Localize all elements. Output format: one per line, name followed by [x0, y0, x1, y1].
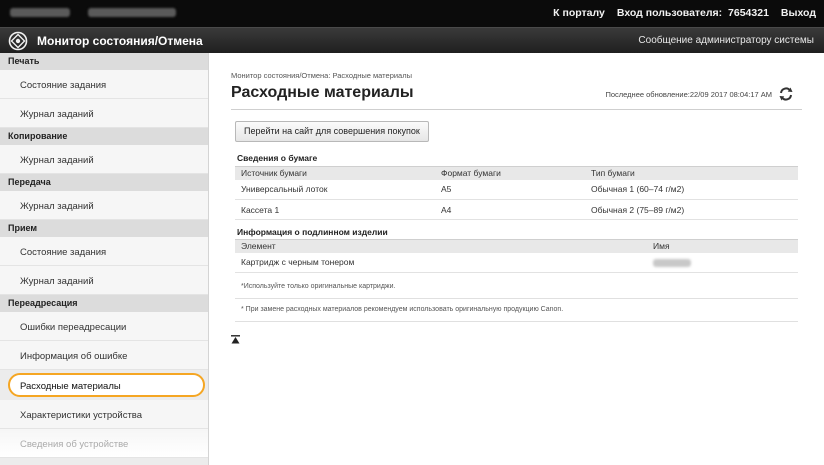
- note-divider: [235, 298, 798, 299]
- app-title: Монитор состояния/Отмена: [37, 34, 203, 48]
- main-content: Монитор состояния/Отмена: Расходные мате…: [209, 53, 824, 465]
- breadcrumb: Монитор состояния/Отмена: Расходные мате…: [231, 71, 412, 80]
- sidebar-header-copy: Копирование: [0, 128, 208, 145]
- genuine-info-table: Элемент Имя Картридж с черным тонером: [235, 239, 798, 273]
- column-header-name: Имя: [647, 239, 798, 253]
- go-to-shop-button[interactable]: Перейти на сайт для совершения покупок: [235, 121, 429, 142]
- page-title: Расходные материалы: [231, 84, 414, 101]
- sidebar-header-receive: Прием: [0, 220, 208, 237]
- column-header-paper-type: Тип бумаги: [585, 166, 798, 180]
- paper-table-header: Источник бумаги Формат бумаги Тип бумаги: [235, 166, 798, 180]
- sidebar-item-error-info[interactable]: Информация об ошибке: [0, 341, 208, 370]
- title-bar: Монитор состояния/Отмена Сообщение админ…: [0, 27, 824, 53]
- sidebar-item-device-features[interactable]: Характеристики устройства: [0, 400, 208, 429]
- top-bar: К порталу Вход пользователя: 7654321 Вых…: [0, 0, 824, 27]
- paper-type-cell: Обычная 1 (60–74 г/м2): [585, 179, 798, 200]
- portal-link[interactable]: К порталу: [553, 7, 605, 19]
- paper-size-cell: A5: [435, 179, 585, 200]
- login-user-id: 7654321: [728, 7, 769, 19]
- sidebar-item-print-job-status[interactable]: Состояние задания: [0, 70, 208, 99]
- table-row: Картридж с черным тонером: [235, 252, 798, 273]
- column-header-element: Элемент: [235, 239, 647, 253]
- sidebar-item-copy-job-log[interactable]: Журнал заданий: [0, 145, 208, 174]
- genuine-table-header: Элемент Имя: [235, 239, 798, 253]
- genuine-info-label: Информация о подлинном изделии: [237, 227, 388, 237]
- table-row: Универсальный лоток A5 Обычная 1 (60–74 …: [235, 179, 798, 200]
- blurred-device-model: [88, 8, 176, 17]
- paper-source-cell: Кассета 1: [235, 199, 435, 220]
- column-header-paper-size: Формат бумаги: [435, 166, 585, 180]
- note-recommend-canon: * При замене расходных материалов рекоме…: [241, 306, 564, 313]
- sidebar-item-receive-job-status[interactable]: Состояние задания: [0, 237, 208, 266]
- column-header-paper-source: Источник бумаги: [235, 166, 435, 180]
- refresh-icon[interactable]: [778, 86, 794, 102]
- logout-link[interactable]: Выход: [781, 7, 816, 19]
- element-cell: Картридж с черным тонером: [235, 252, 647, 273]
- sidebar-header-forwarding: Переадресация: [0, 295, 208, 312]
- sidebar-item-device-info[interactable]: Сведения об устройстве: [0, 429, 208, 458]
- paper-info-label: Сведения о бумаге: [237, 153, 318, 163]
- title-divider: [231, 109, 802, 110]
- blurred-device-name: [10, 8, 70, 17]
- admin-message-link[interactable]: Сообщение администратору системы: [638, 35, 814, 46]
- last-updated-text: Последнее обновление:22/09 2017 08:04:17…: [605, 90, 772, 99]
- sidebar-item-consumables[interactable]: Расходные материалы: [8, 373, 205, 397]
- name-cell: [647, 252, 798, 273]
- page-top-icon[interactable]: [231, 335, 240, 346]
- note-divider: [235, 321, 798, 322]
- sidebar-header-send: Передача: [0, 174, 208, 191]
- table-row: Кассета 1 A4 Обычная 2 (75–89 г/м2): [235, 199, 798, 220]
- sidebar-item-forwarding-errors[interactable]: Ошибки переадресации: [0, 312, 208, 341]
- arrow-to-top-icon: [231, 335, 240, 344]
- paper-source-cell: Универсальный лоток: [235, 179, 435, 200]
- paper-size-cell: A4: [435, 199, 585, 220]
- top-links: К порталу Вход пользователя: 7654321 Вых…: [553, 7, 816, 19]
- note-genuine-cartridges: *Используйте только оригинальные картрид…: [241, 283, 396, 290]
- sidebar-item-print-job-log[interactable]: Журнал заданий: [0, 99, 208, 128]
- sidebar: Печать Состояние задания Журнал заданий …: [0, 53, 209, 465]
- blurred-cartridge-name: [653, 259, 691, 267]
- paper-info-table: Источник бумаги Формат бумаги Тип бумаги…: [235, 166, 798, 220]
- login-user-label: Вход пользователя:: [616, 7, 723, 19]
- sidebar-item-receive-job-log[interactable]: Журнал заданий: [0, 266, 208, 295]
- remote-ui-logo-icon: [8, 31, 28, 51]
- sidebar-header-print: Печать: [0, 53, 208, 70]
- sidebar-item-send-job-log[interactable]: Журнал заданий: [0, 191, 208, 220]
- paper-type-cell: Обычная 2 (75–89 г/м2): [585, 199, 798, 220]
